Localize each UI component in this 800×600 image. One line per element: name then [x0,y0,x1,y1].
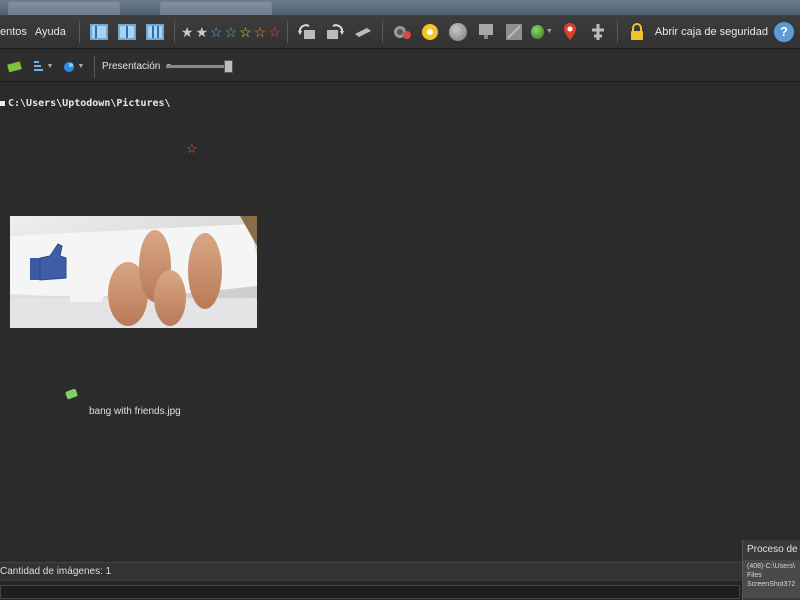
image-thumbnail[interactable] [10,216,257,328]
star-icon[interactable]: ☆ [268,25,281,39]
rotate-left-icon [297,23,315,39]
star-icon[interactable]: ☆ [254,25,267,39]
eraser-icon [354,27,371,37]
slideshow-label: Presentación [102,61,161,72]
browser-tab-strip [0,0,800,15]
globe-icon [448,22,467,41]
process-panel: Proceso de e (408)-C:\Users\ Files Scree… [742,540,800,600]
camera-button[interactable] [391,21,413,43]
star-icon[interactable]: ☆ [239,25,252,39]
image-count-text: Cantidad de imágenes: 1 [0,566,112,577]
process-panel-title: Proceso de e [747,544,800,555]
frame-icon [505,23,522,40]
help-icon[interactable]: ? [773,21,794,42]
sort-icon [33,60,43,71]
folder-path-bullet [0,100,5,106]
sort-button[interactable]: ▼ [32,56,54,78]
layout-split-button[interactable] [116,21,138,43]
layout-triple-icon [145,23,164,40]
map-button[interactable] [559,21,581,43]
browser-tab[interactable] [8,2,120,15]
star-icon[interactable]: ☆ [186,142,198,155]
toolbar-separator [616,20,618,43]
rotate-right-icon [326,23,344,39]
effects-icon [530,24,544,39]
star-icon[interactable]: ☆ [210,25,223,39]
star-icon[interactable]: ★ [181,25,194,39]
lock-icon-wrap[interactable] [626,21,648,43]
monitor-button[interactable] [475,21,497,43]
secondary-toolbar: ▼ ▼ Presentación ▼ [0,52,800,82]
view-mode-icon [63,61,74,72]
tag-icon[interactable] [64,388,79,400]
chevron-down-icon: ▼ [77,63,85,70]
layout-triple-button[interactable] [144,21,166,43]
view-mode-button[interactable]: ▼ [60,56,86,78]
layout-single-icon [89,23,108,40]
frame-button[interactable] [503,21,525,43]
slideshow-button[interactable]: Presentación ▼ [102,61,172,72]
thumbnail-image [10,216,257,328]
rotate-right-button[interactable] [324,21,346,43]
map-pin-icon [563,22,576,40]
process-log-line: Files [747,572,762,579]
process-log-line: ScreenShot372 [747,581,796,588]
bottom-strip [0,580,742,600]
toolbar-separator [94,55,95,78]
open-safe-button[interactable]: Abrir caja de seguridad [655,26,768,38]
rating-stars: ★ ★ ☆ ☆ ☆ ☆ ☆ [180,25,282,39]
layout-single-button[interactable] [88,21,110,43]
menu-item-help[interactable]: Ayuda [35,26,66,38]
zoom-slider-thumb[interactable] [224,60,233,73]
share-button[interactable] [587,21,609,43]
folder-path: C:\Users\Uptodown\Pictures\ [0,98,171,109]
disc-icon [421,23,438,40]
menu-item-documents[interactable]: entos [0,26,27,38]
share-icon [591,23,604,40]
chevron-down-icon: ▼ [545,28,553,35]
toolbar-separator [78,20,80,43]
burn-disc-button[interactable] [419,21,441,43]
star-icon[interactable]: ☆ [225,25,238,39]
money-button[interactable] [4,56,26,78]
main-toolbar: entos Ayuda ★ ★ ☆ ☆ ☆ ☆ ☆ ▼ Abrir caja d… [0,15,800,49]
process-log-line: (408)-C:\Users\ [747,563,795,570]
bottom-input[interactable] [0,585,740,599]
thumbnail-filename: bang with friends.jpg [89,406,181,417]
layout-split-icon [117,23,136,40]
process-panel-log: (408)-C:\Users\ Files ScreenShot372 [743,560,800,598]
browser-tab[interactable] [160,2,272,15]
globe-button[interactable] [447,21,469,43]
zoom-slider-track[interactable] [166,65,232,68]
chevron-down-icon: ▼ [46,63,54,70]
money-icon [7,60,22,72]
toolbar-separator [286,20,288,43]
toolbar-separator [173,20,175,43]
camera-icon [393,25,411,39]
lock-icon [630,22,643,40]
eraser-button[interactable] [352,21,374,43]
rotate-left-button[interactable] [296,21,318,43]
star-icon[interactable]: ★ [195,25,208,39]
monitor-icon [478,23,493,39]
toolbar-separator [381,20,383,43]
folder-path-text: C:\Users\Uptodown\Pictures\ [8,98,171,109]
status-bar: Cantidad de imágenes: 1 [0,562,742,580]
effects-button[interactable]: ▼ [530,21,553,43]
